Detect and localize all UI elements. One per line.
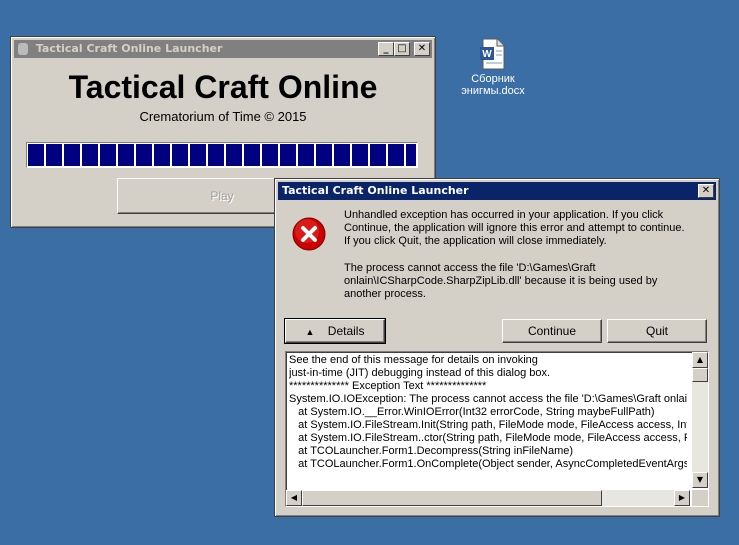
details-line: at System.IO.FileStream.Init(String path… — [289, 419, 687, 431]
desktop-icon-document[interactable]: W Сборник энигмы.docx — [456, 38, 530, 97]
word-document-icon: W — [479, 38, 507, 70]
progress-bar — [26, 142, 418, 168]
dialog-title: Tactical Craft Online Launcher — [282, 184, 469, 197]
desktop-icon-label-1: Сборник — [471, 73, 515, 85]
details-line: System.IO.IOException: The process canno… — [289, 393, 687, 405]
horizontal-scrollbar[interactable]: ◀ ▶ — [286, 490, 690, 506]
close-button[interactable]: ✕ — [414, 42, 430, 56]
scroll-thumb[interactable] — [692, 368, 708, 382]
details-textbox[interactable]: See the end of this message for details … — [285, 351, 709, 507]
quit-button[interactable]: Quit — [607, 319, 707, 343]
continue-label: Continue — [527, 324, 577, 338]
scroll-down-icon[interactable]: ▼ — [692, 472, 708, 488]
error-message: Unhandled exception has occurred in your… — [344, 209, 685, 247]
error-dialog: Tactical Craft Online Launcher ✕ Unhandl… — [274, 178, 720, 517]
details-line: ************** Exception Text **********… — [289, 380, 487, 392]
svg-text:W: W — [482, 49, 492, 60]
scroll-right-icon[interactable]: ▶ — [674, 490, 690, 506]
details-line: just-in-time (JIT) debugging instead of … — [289, 367, 551, 379]
triangle-up-icon: ▲ — [305, 327, 315, 337]
details-line: at System.IO.__Error.WinIOError(Int32 er… — [289, 406, 655, 418]
scroll-left-icon[interactable]: ◀ — [286, 490, 302, 506]
scrollbar-corner — [692, 490, 708, 506]
scroll-up-icon[interactable]: ▲ — [692, 352, 708, 368]
details-line: at TCOLauncher.Form1.OnComplete(Object s… — [289, 458, 687, 470]
details-label: Details — [327, 324, 365, 338]
desktop-icon-label-2: энигмы.docx — [461, 85, 525, 97]
quit-label: Quit — [645, 324, 668, 338]
details-button[interactable]: ▲ Details — [284, 318, 386, 344]
launcher-subtitle: Crematorium of Time © 2015 — [139, 109, 307, 124]
error-detail-message: The process cannot access the file 'D:\G… — [344, 262, 658, 300]
launcher-title: Tactical Craft Online Launcher — [35, 42, 223, 55]
details-text: See the end of this message for details … — [289, 354, 687, 486]
vertical-scrollbar[interactable]: ▲ ▼ — [692, 352, 708, 488]
minimize-button[interactable]: _ — [378, 42, 394, 56]
dialog-titlebar[interactable]: Tactical Craft Online Launcher ✕ — [278, 182, 716, 200]
progress-fill — [28, 144, 416, 166]
details-line: at TCOLauncher.Form1.Decompress(String i… — [289, 445, 574, 457]
dialog-close-button[interactable]: ✕ — [698, 184, 714, 198]
launcher-titlebar[interactable]: Tactical Craft Online Launcher _ □ ✕ — [14, 40, 432, 58]
launcher-heading: Tactical Craft Online — [68, 69, 378, 105]
details-line: See the end of this message for details … — [289, 354, 538, 366]
continue-button[interactable]: Continue — [502, 319, 602, 343]
scroll-thumb-horizontal[interactable] — [302, 490, 602, 506]
error-icon — [292, 217, 326, 251]
app-icon — [18, 43, 28, 55]
details-line: at System.IO.FileStream..ctor(String pat… — [289, 432, 687, 444]
play-label: Play — [210, 189, 234, 203]
maximize-button[interactable]: □ — [394, 42, 410, 56]
